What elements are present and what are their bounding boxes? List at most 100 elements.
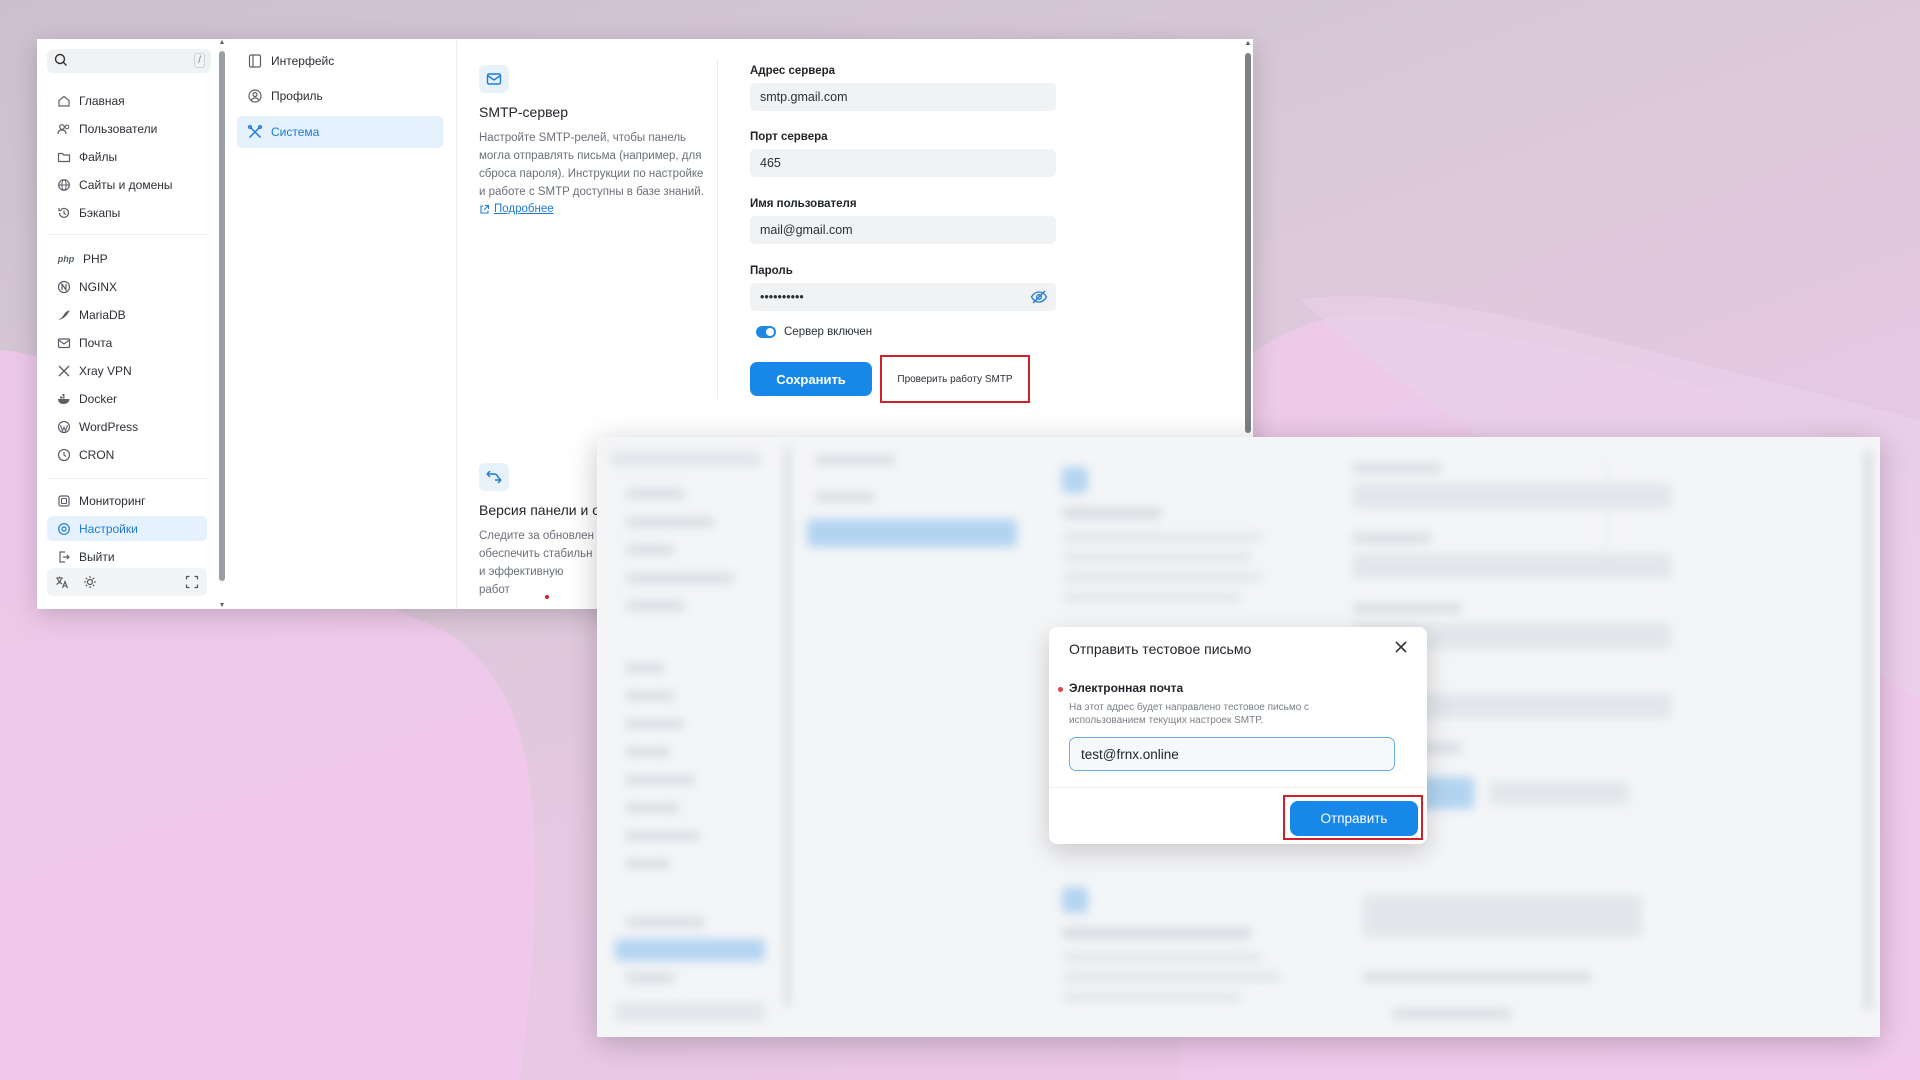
email-field[interactable]: test@frnx.online [1069,737,1395,771]
sidebar-item-label: Бэкапы [79,205,121,220]
server-enabled-row: Сервер включен [750,326,1060,338]
sidebar-item-label: WordPress [79,419,139,434]
sidebar: / Главная Пользователи Файлы Сайты и дом… [37,39,217,609]
sidebar-item-nginx[interactable]: NGINX [47,274,207,299]
sidebar-divider [47,234,207,235]
home-icon [57,94,71,108]
sidebar-item-settings[interactable]: Настройки [47,516,207,541]
sidebar-item-cron[interactable]: CRON [47,442,207,467]
scroll-up-arrow-icon[interactable]: ▲ [218,39,226,46]
sidebar-item-home[interactable]: Главная [47,88,207,113]
sidebar-item-label: Сайты и домены [79,177,173,192]
sidebar-item-docker[interactable]: Docker [47,386,207,411]
username-input[interactable]: mail@gmail.com [750,216,1056,244]
server-port-input[interactable]: 465 [750,149,1056,177]
subnav-item-profile[interactable]: Профиль [237,80,443,112]
globe-icon [57,178,71,192]
users-icon [57,122,71,136]
scroll-down-arrow-icon[interactable]: ▼ [218,602,226,609]
test-email-dialog: Отправить тестовое письмо Электронная по… [1049,627,1427,844]
fullscreen-icon[interactable] [185,575,199,589]
sidebar-item-xray-vpn[interactable]: Xray VPN [47,358,207,383]
server-port-label: Порт сервера [750,131,828,143]
smtp-section-description: Настройте SMTP-релей, чтобы панель могла… [479,132,704,198]
password-label: Пароль [750,265,793,277]
email-field-label: Электронная почта [1069,681,1184,695]
send-button-highlight: Отправить [1283,795,1423,840]
smtp-section-info: SMTP-сервер Настройте SMTP-релей, чтобы … [479,65,709,215]
php-icon: php [57,253,75,264]
subnav-item-interface[interactable]: Интерфейс [237,45,443,77]
learn-more-link[interactable]: Подробнее [479,203,709,215]
password-value: •••••••••• [760,290,804,304]
subnav-item-label: Профиль [271,89,323,103]
sidebar-item-mariadb[interactable]: MariaDB [47,302,207,327]
docker-icon [57,392,71,406]
update-icon [479,463,509,491]
close-icon[interactable] [1391,637,1411,657]
sidebar-scrollbar[interactable]: ▲ ▼ [218,39,226,609]
sidebar-item-sites[interactable]: Сайты и домены [47,172,207,197]
sidebar-item-label: Docker [79,391,118,406]
learn-more-link-label: Подробнее [494,203,554,215]
layout-icon [247,53,263,69]
sidebar-item-users[interactable]: Пользователи [47,116,207,141]
search-icon [54,53,67,66]
server-enabled-toggle[interactable] [756,326,776,338]
settings-icon [57,522,71,536]
folder-icon [57,150,71,164]
server-port-value: 465 [760,156,781,170]
email-field-help: На этот адрес будет направлено тестовое … [1069,702,1310,726]
sidebar-item-label: NGINX [79,279,118,294]
search-shortcut-hint: / [194,53,205,68]
clock-icon [57,448,71,462]
scroll-up-arrow-icon[interactable]: ▲ [1243,40,1253,47]
server-address-input[interactable]: smtp.gmail.com [750,83,1056,111]
theme-sun-icon[interactable] [83,575,97,589]
mail-section-icon [479,65,509,93]
sidebar-item-label: Xray VPN [79,363,132,378]
search-input[interactable]: / [47,49,211,73]
required-indicator [1058,687,1063,692]
sidebar-item-php[interactable]: php PHP [47,246,207,271]
tools-icon [247,124,263,140]
sidebar-item-label: Почта [79,335,113,350]
xray-icon [57,364,71,378]
sidebar-footer [47,568,207,596]
mariadb-icon [57,308,71,322]
version-section-description: Следите за обновлен обеспечить стабильн … [479,530,594,596]
sidebar-item-mail[interactable]: Почта [47,330,207,355]
email-field-value: test@frnx.online [1081,746,1179,762]
scrollbar-thumb[interactable] [1245,53,1251,433]
wordpress-icon [57,420,71,434]
server-address-value: smtp.gmail.com [760,90,848,104]
username-label: Имя пользователя [750,198,857,210]
send-button[interactable]: Отправить [1290,801,1418,836]
sidebar-item-files[interactable]: Файлы [47,144,207,169]
sidebar-item-label: Выйти [79,549,115,564]
scrollbar-thumb[interactable] [219,51,225,581]
form-actions: Сохранить Проверить работу SMTP [750,355,1060,403]
save-button[interactable]: Сохранить [750,362,872,396]
sidebar-item-logout[interactable]: Выйти [47,544,207,569]
history-icon [57,206,71,220]
smtp-section-title: SMTP-сервер [479,104,568,120]
sidebar-item-wordpress[interactable]: WordPress [47,414,207,439]
language-icon[interactable] [55,575,69,589]
sidebar-item-label: CRON [79,447,115,462]
profile-icon [247,88,263,104]
password-input[interactable]: •••••••••• [750,283,1056,311]
sidebar-item-label: Файлы [79,149,118,164]
mail-icon [57,336,71,350]
sidebar-item-label: PHP [83,251,108,266]
section-divider [717,59,718,399]
sidebar-item-backups[interactable]: Бэкапы [47,200,207,225]
sidebar-item-label: Настройки [79,521,138,536]
test-smtp-button[interactable]: Проверить работу SMTP [880,355,1030,403]
eye-off-icon[interactable] [1030,289,1048,305]
subnav-item-label: Система [271,125,320,139]
sidebar-item-label: Пользователи [79,121,158,136]
dialog-footer-divider [1049,787,1427,788]
sidebar-item-monitoring[interactable]: Мониторинг [47,488,207,513]
subnav-item-system[interactable]: Система [237,116,443,148]
